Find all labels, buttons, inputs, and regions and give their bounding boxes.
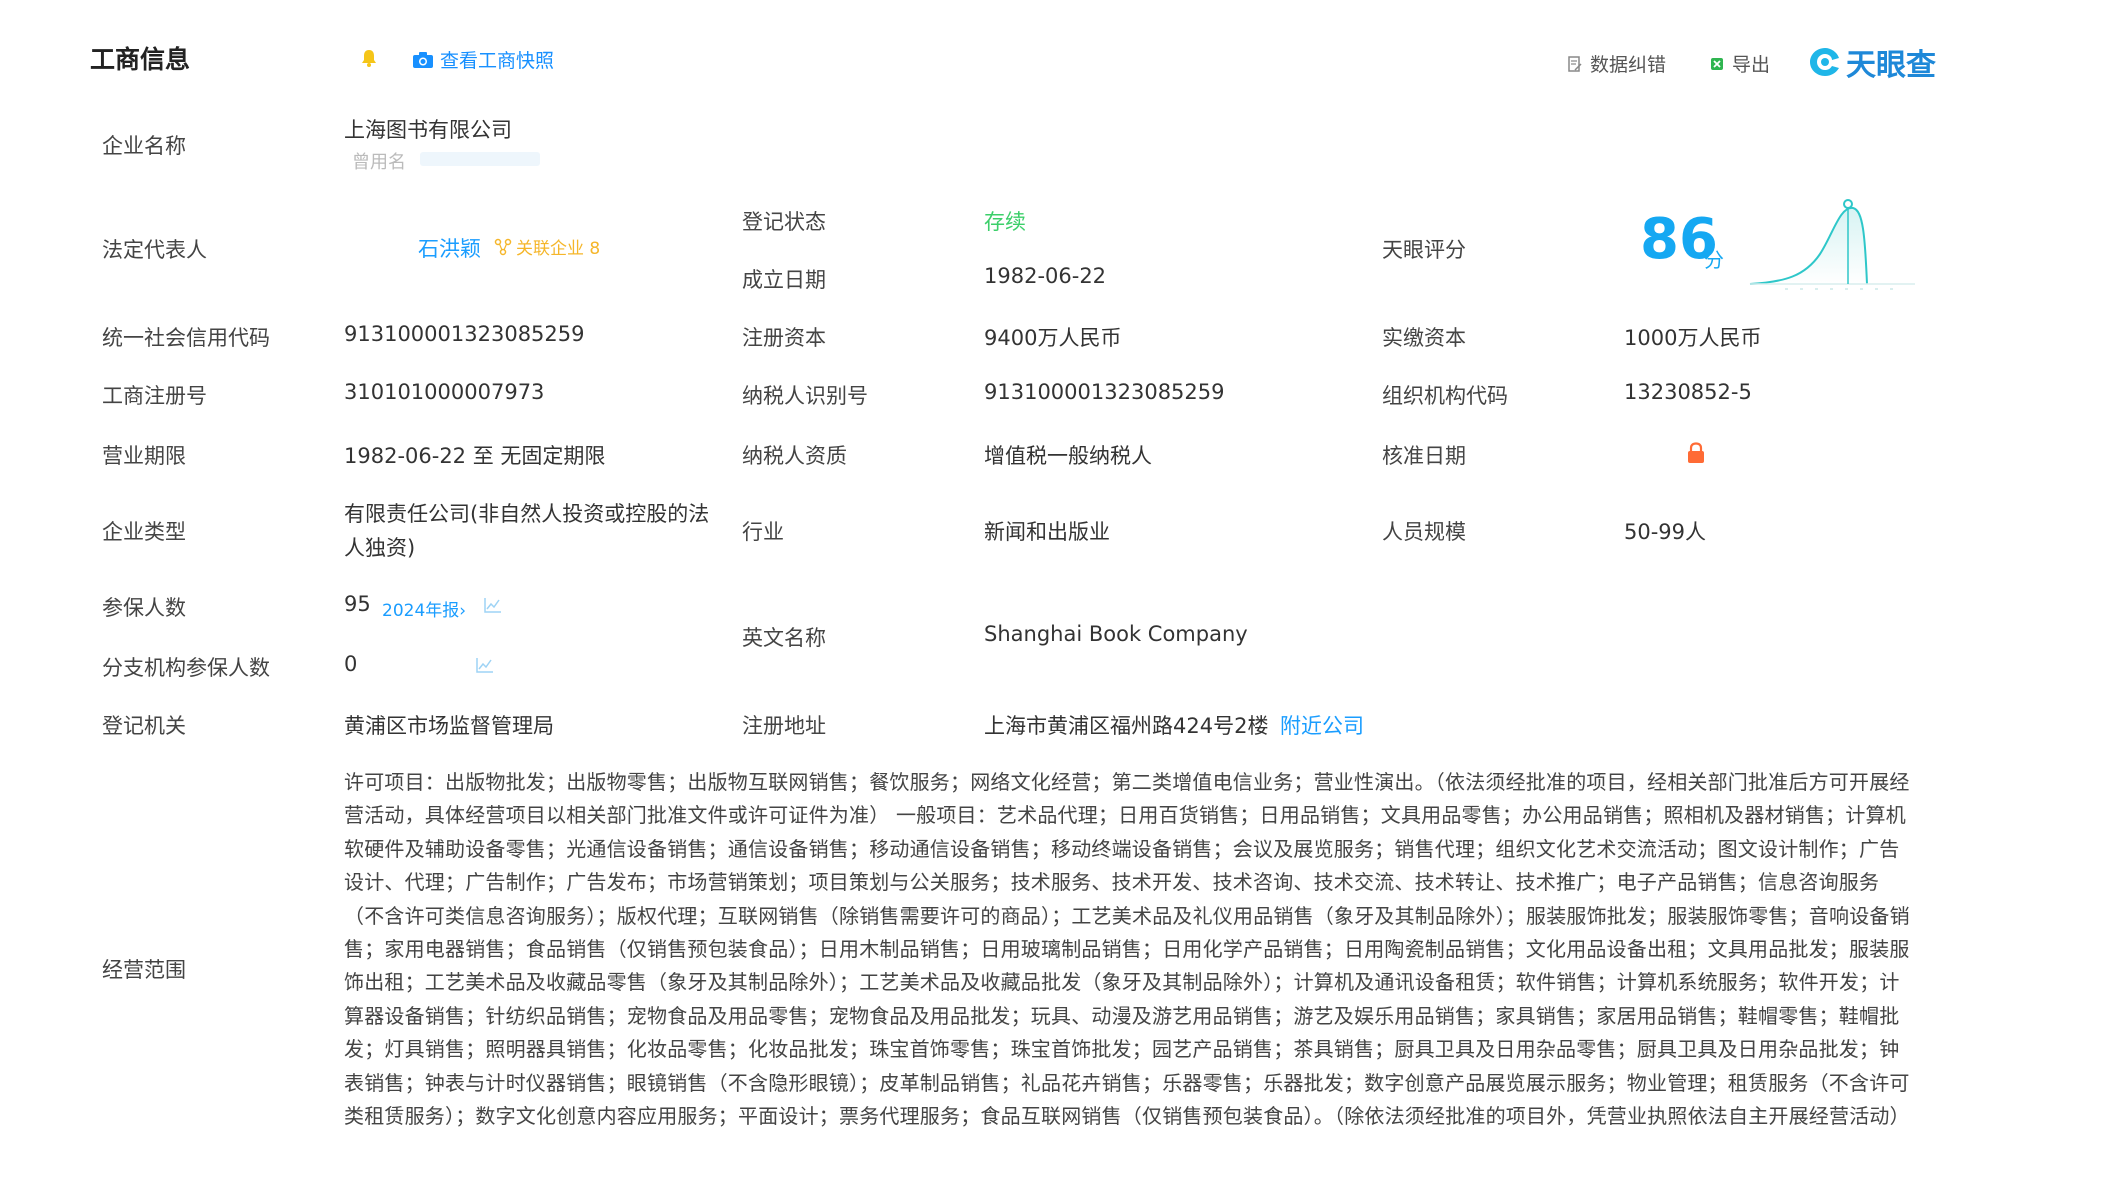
founded-value: 1982-06-22: [984, 264, 1107, 288]
authority-value: 黄浦区市场监督管理局: [344, 714, 554, 738]
data-correction-label: 数据纠错: [1590, 54, 1667, 76]
legal-rep-label: 法定代表人: [102, 238, 207, 262]
tianyan-score-label: 天眼评分: [1382, 238, 1466, 262]
staff-size-label: 人员规模: [1382, 520, 1466, 544]
industry-value: 新闻和出版业: [984, 520, 1110, 544]
nearby-companies-link[interactable]: 附近公司: [1280, 710, 1364, 740]
tianyan-score-unit: 分: [1704, 248, 1724, 272]
taxpayer-qual-value: 增值税一般纳税人: [984, 444, 1152, 468]
approval-date-label: 核准日期: [1382, 444, 1466, 468]
reg-capital-value: 9400万人民币: [984, 326, 1122, 350]
credit-code-label: 统一社会信用代码: [102, 326, 270, 350]
branch-insured-value: 0: [344, 652, 358, 676]
credit-code-value: 913100001323085259: [344, 322, 585, 346]
address-label: 注册地址: [742, 714, 826, 738]
score-distribution-chart: [1749, 199, 1915, 290]
company-type-line1: 有限责任公司(非自然人投资或控股的法: [344, 502, 710, 526]
snapshot-link[interactable]: 查看工商快照: [412, 46, 554, 73]
biz-term-value: 1982-06-22 至 无固定期限: [344, 444, 606, 468]
reg-status-value: 存续: [984, 210, 1026, 234]
section-title: 工商信息: [90, 45, 191, 74]
reg-capital-label: 注册资本: [742, 326, 826, 350]
english-name-label: 英文名称: [742, 626, 826, 650]
paid-capital-value: 1000万人民币: [1624, 326, 1762, 350]
former-name-placeholder: [420, 152, 540, 166]
trend-chart-icon-branch[interactable]: [476, 656, 494, 674]
founded-label: 成立日期: [742, 268, 826, 292]
org-code-label: 组织机构代码: [1382, 384, 1508, 408]
industry-label: 行业: [742, 520, 784, 544]
snapshot-label: 查看工商快照: [440, 50, 555, 72]
taxpayer-id-value: 913100001323085259: [984, 380, 1225, 404]
legal-rep-link[interactable]: 石洪颖: [418, 233, 481, 263]
related-companies-label: 关联企业 8: [516, 239, 601, 259]
taxpayer-id-label: 纳税人识别号: [742, 384, 868, 408]
org-code-value: 13230852-5: [1624, 380, 1752, 404]
document-edit-icon: [1568, 55, 1582, 72]
english-name-value: Shanghai Book Company: [984, 622, 1248, 646]
trend-chart-icon[interactable]: [484, 596, 502, 614]
taxpayer-qual-label: 纳税人资质: [742, 444, 847, 468]
lock-icon[interactable]: [1686, 442, 1706, 464]
authority-label: 登记机关: [102, 714, 186, 738]
paid-capital-label: 实缴资本: [1382, 326, 1466, 350]
network-icon: [494, 238, 512, 255]
insured-annual-report-link[interactable]: 2024年报›: [382, 596, 466, 621]
company-name: 上海图书有限公司: [344, 118, 512, 142]
tianyancha-logo: 天眼查: [1808, 40, 1936, 84]
tianyancha-logo-icon: [1810, 48, 1839, 76]
brand-name: 天眼查: [1846, 48, 1936, 83]
related-companies-link[interactable]: 关联企业 8: [494, 234, 600, 259]
company-type-line2: 人独资): [344, 536, 416, 560]
reg-no-label: 工商注册号: [102, 384, 207, 408]
bell-icon[interactable]: [360, 48, 378, 68]
reg-status-label: 登记状态: [742, 210, 826, 234]
business-scope-text: 许可项目：出版物批发；出版物零售；出版物互联网销售；餐饮服务；网络文化经营；第二…: [344, 770, 1910, 1129]
former-name-label[interactable]: 曾用名: [352, 148, 406, 174]
excel-icon: [1711, 57, 1723, 70]
company-type-label: 企业类型: [102, 520, 186, 544]
biz-term-label: 营业期限: [102, 444, 186, 468]
reg-no-value: 310101000007973: [344, 380, 545, 404]
export-button[interactable]: 导出: [1710, 50, 1770, 77]
address-value: 上海市黄浦区福州路424号2楼: [984, 714, 1269, 738]
scope-label: 经营范围: [102, 958, 186, 982]
company-name-label: 企业名称: [102, 134, 186, 158]
staff-size-value: 50-99人: [1624, 520, 1707, 544]
data-correction-button[interactable]: 数据纠错: [1568, 50, 1666, 77]
camera-icon: [413, 51, 433, 68]
insured-value: 95: [344, 592, 371, 616]
insured-label: 参保人数: [102, 596, 186, 620]
branch-insured-label: 分支机构参保人数: [102, 656, 270, 680]
export-label: 导出: [1732, 54, 1771, 76]
